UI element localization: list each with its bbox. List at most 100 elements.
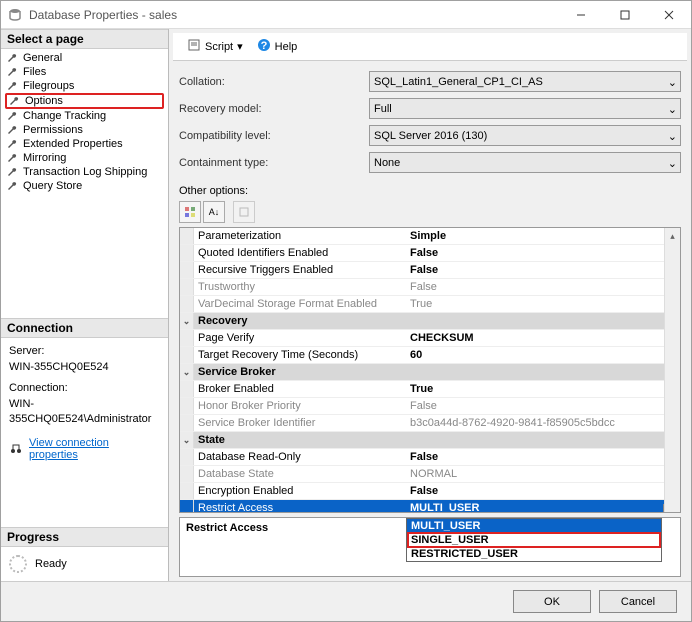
collapse-icon[interactable]: ⌄ [180, 313, 194, 329]
sidebar-item-general[interactable]: General [1, 51, 168, 65]
property-value[interactable]: b3c0a44d-8762-4920-9841-f85905c5bdcc [406, 417, 680, 429]
property-row[interactable]: Quoted Identifiers EnabledFalse [180, 245, 680, 262]
wrench-icon [7, 166, 19, 178]
window-title: Database Properties - sales [29, 8, 559, 22]
property-name: Page Verify [194, 332, 406, 344]
property-value[interactable]: False [406, 281, 680, 293]
chevron-down-icon: ⌄ [668, 130, 677, 143]
property-name: VarDecimal Storage Format Enabled [194, 298, 406, 310]
chevron-down-icon: ⌄ [668, 76, 677, 89]
scrollbar[interactable]: ▴ [664, 228, 680, 512]
property-value[interactable]: False [406, 264, 680, 276]
sidebar-item-change-tracking[interactable]: Change Tracking [1, 109, 168, 123]
server-label: Server: [9, 344, 160, 359]
sidebar-item-mirroring[interactable]: Mirroring [1, 151, 168, 165]
script-button[interactable]: Script ▾ [183, 36, 247, 57]
ok-button[interactable]: OK [513, 590, 591, 613]
footer: OK Cancel [1, 581, 691, 621]
wrench-icon [7, 110, 19, 122]
property-row[interactable]: Restrict AccessMULTI_USER⌄ [180, 500, 680, 512]
restrict-access-dropdown[interactable]: MULTI_USERSINGLE_USERRESTRICTED_USER [406, 518, 662, 562]
sidebar-item-transaction-log-shipping[interactable]: Transaction Log Shipping [1, 165, 168, 179]
wrench-icon [7, 138, 19, 150]
property-name: Recursive Triggers Enabled [194, 264, 406, 276]
wrench-icon [7, 80, 19, 92]
help-button[interactable]: ? Help [253, 36, 302, 57]
property-value[interactable]: 60 [406, 349, 680, 361]
wrench-icon [7, 124, 19, 136]
property-value[interactable]: Simple [406, 230, 680, 242]
property-value[interactable]: False [406, 451, 680, 463]
property-row[interactable]: Encryption EnabledFalse [180, 483, 680, 500]
collation-label: Collation: [179, 76, 369, 88]
collapse-icon[interactable]: ⌄ [180, 364, 194, 380]
view-connection-link[interactable]: View connection properties [29, 437, 160, 461]
property-row[interactable]: Recursive Triggers EnabledFalse [180, 262, 680, 279]
property-value[interactable]: False [406, 247, 680, 259]
sidebar-item-query-store[interactable]: Query Store [1, 179, 168, 193]
wrench-icon [7, 52, 19, 64]
progress-header: Progress [1, 527, 168, 547]
select-page-header: Select a page [1, 29, 168, 49]
property-value[interactable]: CHECKSUM [406, 332, 680, 344]
categorized-button[interactable] [179, 201, 201, 223]
property-row[interactable]: ParameterizationSimple [180, 228, 680, 245]
property-row[interactable]: Database StateNORMAL [180, 466, 680, 483]
containment-select[interactable]: None⌄ [369, 152, 681, 173]
sidebar-item-options[interactable]: Options [5, 93, 164, 109]
property-row[interactable]: Page VerifyCHECKSUM [180, 330, 680, 347]
connection-label: Connection: [9, 381, 160, 396]
scroll-up-icon[interactable]: ▴ [665, 228, 680, 244]
property-value[interactable]: False [406, 485, 680, 497]
property-value[interactable]: False [406, 400, 680, 412]
property-row[interactable]: VarDecimal Storage Format EnabledTrue [180, 296, 680, 313]
sidebar-item-extended-properties[interactable]: Extended Properties [1, 137, 168, 151]
left-panel: Select a page GeneralFilesFilegroupsOpti… [1, 29, 169, 581]
compatibility-label: Compatibility level: [179, 130, 369, 142]
connection-value: WIN-355CHQ0E524\Administrator [9, 397, 160, 428]
property-row[interactable]: TrustworthyFalse [180, 279, 680, 296]
collapse-icon[interactable]: ⌄ [180, 432, 194, 448]
wrench-icon [7, 152, 19, 164]
sidebar-item-files[interactable]: Files [1, 65, 168, 79]
cancel-button[interactable]: Cancel [599, 590, 677, 613]
close-button[interactable] [647, 1, 691, 29]
category-service-broker[interactable]: ⌄Service Broker [180, 364, 680, 381]
script-icon [187, 38, 201, 55]
description-title: Restrict Access [186, 522, 268, 534]
property-row[interactable]: Database Read-OnlyFalse [180, 449, 680, 466]
alphabetical-button[interactable]: A↓ [203, 201, 225, 223]
dialog-window: Database Properties - sales Select a pag… [0, 0, 692, 622]
connection-icon [9, 441, 23, 458]
maximize-button[interactable] [603, 1, 647, 29]
property-value[interactable]: NORMAL [406, 468, 680, 480]
property-name: Database Read-Only [194, 451, 406, 463]
collation-select[interactable]: SQL_Latin1_General_CP1_CI_AS⌄ [369, 71, 681, 92]
category-recovery[interactable]: ⌄Recovery [180, 313, 680, 330]
compatibility-select[interactable]: SQL Server 2016 (130)⌄ [369, 125, 681, 146]
property-row[interactable]: Honor Broker PriorityFalse [180, 398, 680, 415]
sidebar-item-filegroups[interactable]: Filegroups [1, 79, 168, 93]
property-grid[interactable]: ParameterizationSimpleQuoted Identifiers… [179, 227, 681, 513]
property-row[interactable]: Broker EnabledTrue [180, 381, 680, 398]
dropdown-option[interactable]: MULTI_USER [407, 519, 661, 533]
property-name: Trustworthy [194, 281, 406, 293]
description-box: Restrict Access MULTI_USERSINGLE_USERRES… [179, 517, 681, 577]
property-value[interactable]: MULTI_USER [406, 502, 680, 512]
properties-button[interactable] [233, 201, 255, 223]
category-state[interactable]: ⌄State [180, 432, 680, 449]
property-row[interactable]: Target Recovery Time (Seconds)60 [180, 347, 680, 364]
chevron-down-icon: ▾ [237, 40, 243, 53]
page-list: GeneralFilesFilegroupsOptionsChange Trac… [1, 49, 168, 195]
chevron-down-icon: ⌄ [668, 103, 677, 116]
dropdown-option[interactable]: RESTRICTED_USER [407, 547, 661, 561]
property-row[interactable]: Service Broker Identifierb3c0a44d-8762-4… [180, 415, 680, 432]
property-name: Restrict Access [194, 502, 406, 512]
property-value[interactable]: True [406, 298, 680, 310]
property-value[interactable]: True [406, 383, 680, 395]
sidebar-item-permissions[interactable]: Permissions [1, 123, 168, 137]
recovery-model-select[interactable]: Full⌄ [369, 98, 681, 119]
dropdown-option[interactable]: SINGLE_USER [407, 532, 661, 548]
wrench-icon [7, 66, 19, 78]
minimize-button[interactable] [559, 1, 603, 29]
